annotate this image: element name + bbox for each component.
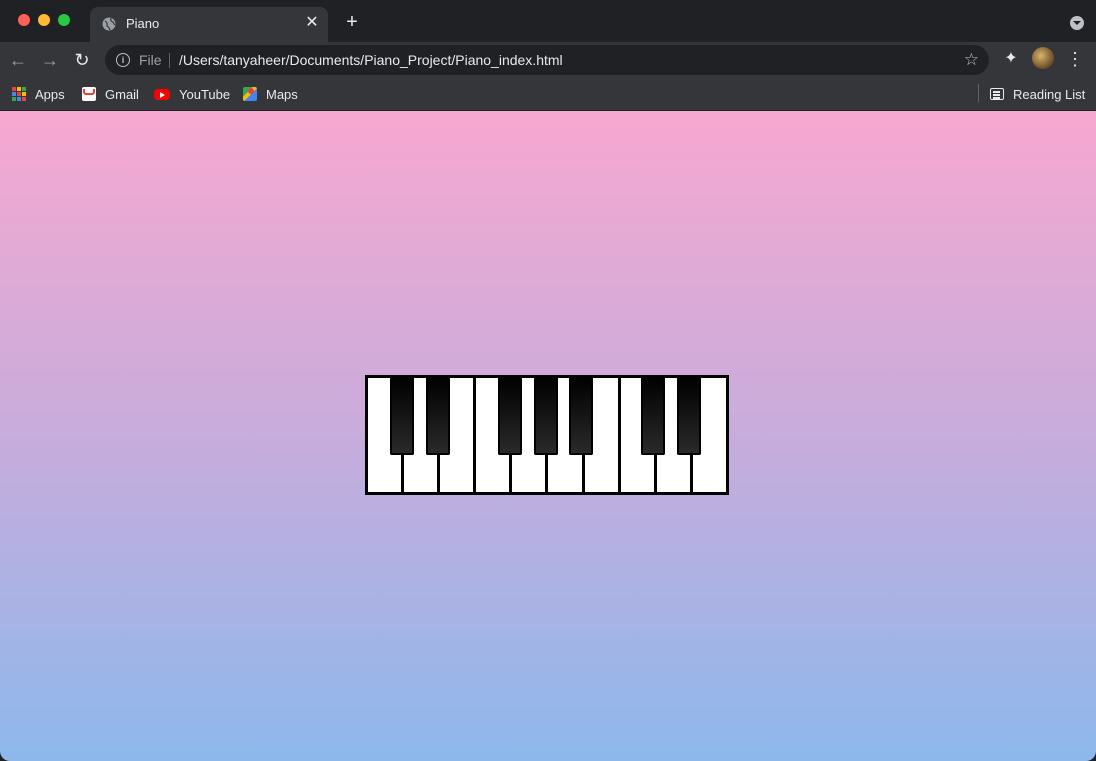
window-close-button[interactable] xyxy=(18,14,30,26)
youtube-icon xyxy=(154,88,170,100)
bookmark-label: YouTube xyxy=(179,86,231,102)
back-button[interactable]: ← xyxy=(6,48,30,72)
maps-icon xyxy=(243,87,257,101)
tab-title: Piano xyxy=(126,16,160,31)
address-divider xyxy=(169,53,170,68)
extensions-icon[interactable]: ✦ xyxy=(1000,48,1022,70)
black-key[interactable] xyxy=(390,378,415,455)
scheme-label: File xyxy=(139,52,162,68)
bookmarks-bar: Apps Gmail YouTube Maps Reading List xyxy=(0,78,1096,111)
browser-window: Piano ✕ + ← → ↻ i File /Users/tanyaheer/… xyxy=(0,0,1096,761)
reading-list-button[interactable]: Reading List xyxy=(990,85,1085,103)
browser-toolbar: ← → ↻ i File /Users/tanyaheer/Documents/… xyxy=(0,42,1096,78)
reload-button[interactable]: ↻ xyxy=(70,48,94,72)
profile-avatar[interactable] xyxy=(1032,47,1054,69)
new-tab-button[interactable]: + xyxy=(342,12,362,32)
reading-list-label: Reading List xyxy=(1013,86,1086,102)
black-key[interactable] xyxy=(640,378,665,455)
bookmark-youtube[interactable]: YouTube xyxy=(154,85,230,103)
bookmark-star-icon[interactable]: ☆ xyxy=(964,50,979,70)
bookmark-label: Maps xyxy=(266,86,298,102)
bookmark-label: Gmail xyxy=(105,86,139,102)
black-key[interactable] xyxy=(426,378,451,455)
black-key[interactable] xyxy=(569,378,594,455)
window-maximize-button[interactable] xyxy=(58,14,70,26)
gmail-icon xyxy=(82,87,96,101)
tab-piano[interactable]: Piano ✕ xyxy=(90,7,328,42)
bookmark-maps[interactable]: Maps xyxy=(243,85,298,103)
address-bar[interactable]: i File /Users/tanyaheer/Documents/Piano_… xyxy=(105,45,989,75)
forward-button[interactable]: → xyxy=(38,48,62,72)
black-key[interactable] xyxy=(497,378,522,455)
menu-kebab-icon[interactable]: ⋮ xyxy=(1066,48,1084,70)
reading-list-icon xyxy=(990,88,1004,100)
apps-grid-icon xyxy=(12,87,26,101)
info-icon[interactable]: i xyxy=(116,53,130,67)
bookmarks-divider xyxy=(978,84,979,102)
page-content xyxy=(0,111,1096,761)
black-key[interactable] xyxy=(533,378,558,455)
url-text[interactable]: /Users/tanyaheer/Documents/Piano_Project… xyxy=(179,52,563,68)
black-key[interactable] xyxy=(676,378,701,455)
piano-keyboard xyxy=(365,375,729,495)
tab-strip: Piano ✕ + xyxy=(0,0,1096,42)
tab-search-icon[interactable] xyxy=(1070,16,1084,30)
bookmark-label: Apps xyxy=(35,86,65,102)
window-minimize-button[interactable] xyxy=(38,14,50,26)
bookmark-gmail[interactable]: Gmail xyxy=(82,85,139,103)
tab-close-icon[interactable]: ✕ xyxy=(304,15,320,31)
bookmark-apps[interactable]: Apps xyxy=(12,85,65,103)
globe-icon xyxy=(102,17,116,31)
